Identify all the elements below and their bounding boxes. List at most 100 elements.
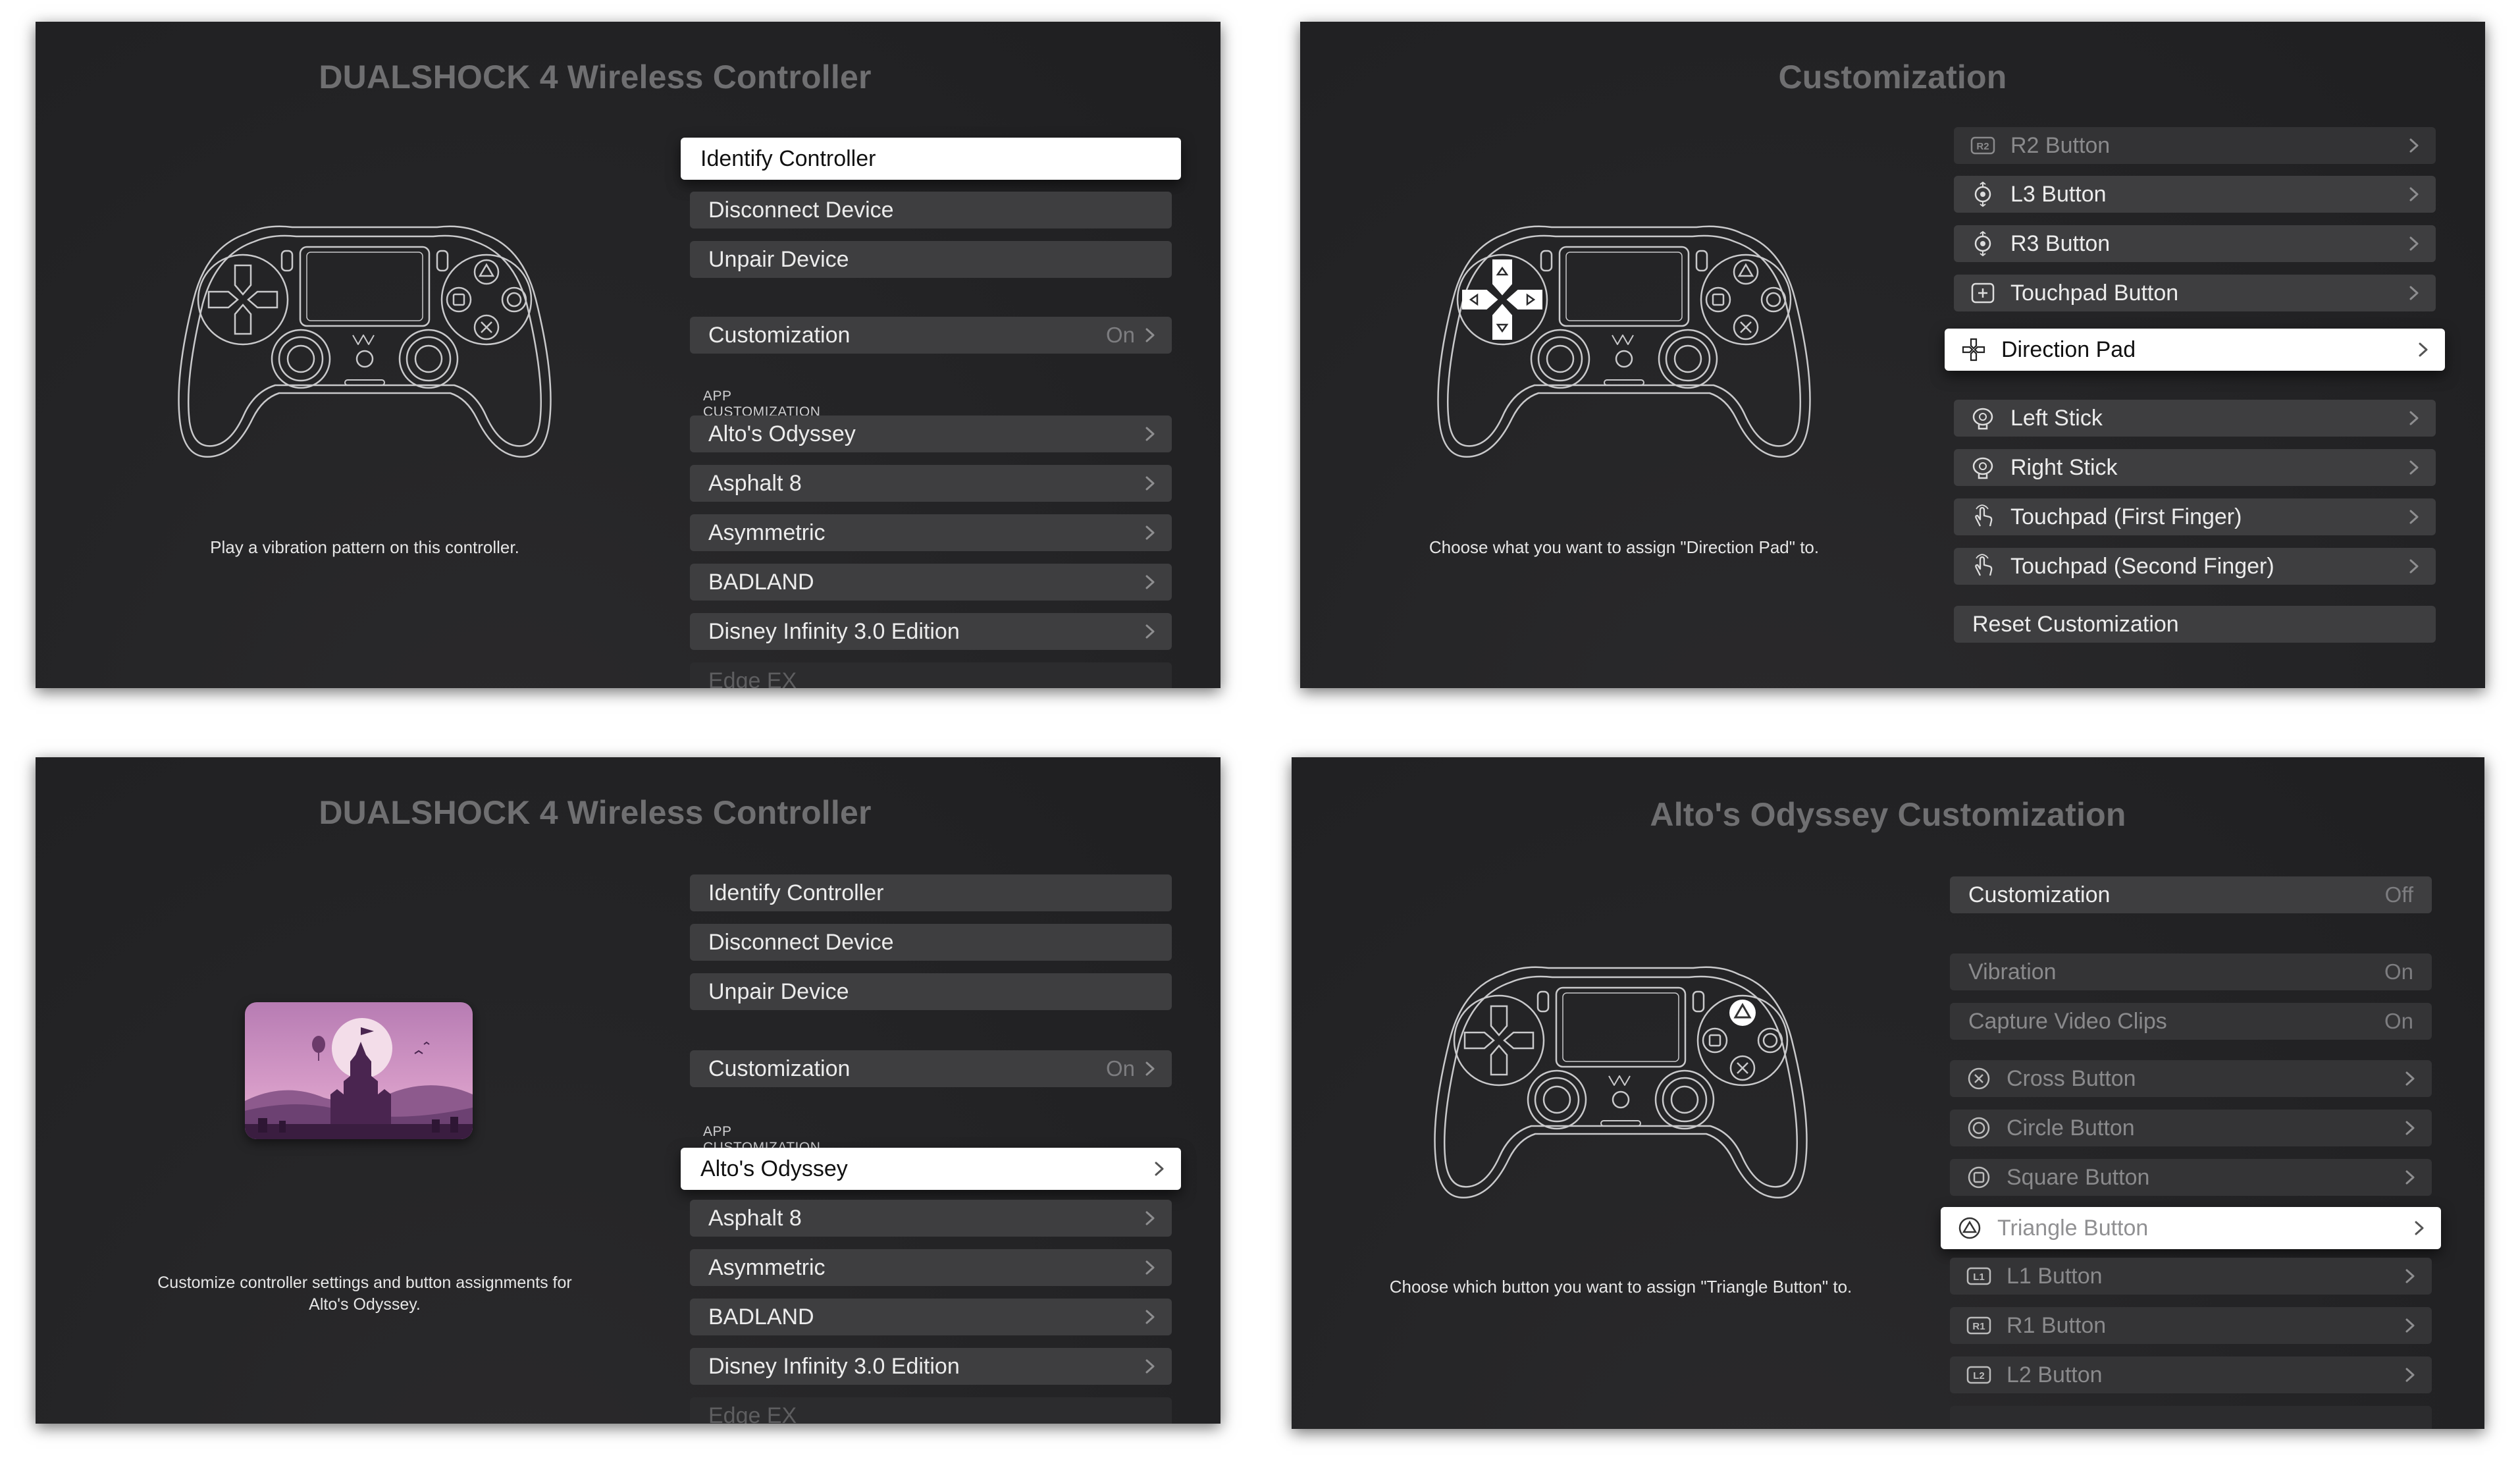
- chevron-right-icon: [2403, 1071, 2417, 1086]
- row-label: Capture Video Clips: [1968, 1008, 2167, 1034]
- row-label: Disney Infinity 3.0 Edition: [708, 618, 960, 644]
- stick-icon: [1970, 405, 1996, 431]
- row-label: Asymmetric: [708, 520, 826, 545]
- r2-badge-icon: R2: [1970, 132, 1996, 159]
- chevron-right-icon: [1143, 525, 1157, 540]
- chevron-right-icon: [2407, 187, 2421, 201]
- row-label: Edge EX: [708, 1403, 797, 1424]
- caption: Choose what you want to assign "Directio…: [1429, 537, 1820, 557]
- app-item-altos-odyssey[interactable]: Alto's Odyssey: [681, 1148, 1181, 1190]
- l2-button-item[interactable]: L2 L2 Button: [1950, 1356, 2432, 1393]
- svg-text:L1: L1: [1973, 1272, 1985, 1283]
- row-label: R3 Button: [2010, 230, 2111, 256]
- app-item-badland[interactable]: BADLAND: [690, 564, 1172, 601]
- identify-controller-button[interactable]: Identify Controller: [681, 138, 1181, 180]
- customization-value: Off: [2384, 882, 2413, 907]
- face-buttons-icon: [440, 254, 533, 346]
- row-label: Disney Infinity 3.0 Edition: [708, 1353, 960, 1379]
- r3-button-item[interactable]: R3 Button: [1954, 225, 2436, 262]
- square-button-item[interactable]: Square Button: [1950, 1159, 2432, 1196]
- triangle-button-icon: [1956, 1215, 1983, 1241]
- capture-video-clips-toggle[interactable]: Capture Video Clips On: [1950, 1003, 2432, 1040]
- circle-button-icon: [1966, 1115, 1992, 1141]
- row-label: BADLAND: [708, 569, 814, 595]
- app-item-asphalt-8[interactable]: Asphalt 8: [690, 465, 1172, 502]
- touchpad-button-icon: [1970, 280, 1996, 306]
- stick-press-icon: [1970, 230, 1996, 257]
- row-label: Vibration: [1968, 959, 2057, 984]
- chevron-right-icon: [2403, 1269, 2417, 1283]
- page-title: Alto's Odyssey Customization: [1650, 796, 2126, 833]
- disconnect-device-button[interactable]: Disconnect Device: [690, 192, 1172, 228]
- app-item-badland[interactable]: BADLAND: [690, 1299, 1172, 1335]
- dpad-icon: [197, 254, 289, 346]
- triangle-button-item[interactable]: Triangle Button: [1941, 1207, 2441, 1249]
- row-label: Disconnect Device: [708, 929, 894, 955]
- app-item-edge-ex[interactable]: Edge EX: [690, 1397, 1172, 1424]
- chevron-right-icon: [2407, 510, 2421, 524]
- row-label: BADLAND: [708, 1304, 814, 1329]
- touchpad-first-finger-item[interactable]: Touchpad (First Finger): [1954, 498, 2436, 535]
- row-label: Triangle Button: [1997, 1215, 2149, 1241]
- dpad-icon: [1453, 994, 1545, 1086]
- app-item-asymmetric[interactable]: Asymmetric: [690, 514, 1172, 551]
- app-item-disney-infinity[interactable]: Disney Infinity 3.0 Edition: [690, 1348, 1172, 1385]
- chevron-right-icon: [1143, 1310, 1157, 1324]
- controller-illustration: [1423, 948, 1818, 1205]
- row-label: L1 Button: [2007, 1263, 2103, 1289]
- chevron-right-icon: [2407, 286, 2421, 300]
- row-label: Square Button: [2007, 1164, 2150, 1190]
- unpair-device-button[interactable]: Unpair Device: [690, 241, 1172, 278]
- customization-value: On: [1105, 1056, 1135, 1081]
- controller-illustration: [167, 207, 562, 464]
- row-label: R1 Button: [2007, 1312, 2107, 1338]
- row-label: Asphalt 8: [708, 470, 802, 496]
- svg-text:L2: L2: [1973, 1370, 1985, 1381]
- vibration-toggle[interactable]: Vibration On: [1950, 953, 2432, 990]
- l1-button-item[interactable]: L1 L1 Button: [1950, 1258, 2432, 1295]
- disconnect-device-button[interactable]: Disconnect Device: [690, 924, 1172, 961]
- right-stick-item[interactable]: Right Stick: [1954, 449, 2436, 486]
- touchpad-second-finger-item[interactable]: Touchpad (Second Finger): [1954, 548, 2436, 585]
- face-buttons-icon: [1702, 1000, 1783, 1081]
- capture-value: On: [2384, 1009, 2413, 1033]
- panel-customization: Customization Choose what you want to as…: [1300, 22, 2485, 688]
- identify-controller-button[interactable]: Identify Controller: [690, 874, 1172, 911]
- app-item-altos-odyssey[interactable]: Alto's Odyssey: [690, 416, 1172, 452]
- l3-button-item[interactable]: L3 Button: [1954, 176, 2436, 213]
- circle-button-item[interactable]: Circle Button: [1950, 1110, 2432, 1146]
- page-title: DUALSHOCK 4 Wireless Controller: [319, 59, 872, 95]
- app-item-disney-infinity[interactable]: Disney Infinity 3.0 Edition: [690, 613, 1172, 650]
- app-item-asymmetric[interactable]: Asymmetric: [690, 1249, 1172, 1286]
- r1-button-item[interactable]: R1 R1 Button: [1950, 1307, 2432, 1344]
- cross-button-item[interactable]: Cross Button: [1950, 1060, 2432, 1097]
- customization-value: On: [1105, 323, 1135, 347]
- square-button-icon: [1966, 1164, 1992, 1191]
- touchpad-button-item[interactable]: Touchpad Button: [1954, 275, 2436, 311]
- unpair-device-button[interactable]: Unpair Device: [690, 973, 1172, 1010]
- customization-toggle[interactable]: Customization Off: [1950, 876, 2432, 913]
- caption: Choose which button you want to assign "…: [1389, 1277, 1852, 1297]
- r2-button-item[interactable]: R2 R2 Button: [1954, 127, 2436, 164]
- caption-line-1: Customize controller settings and button…: [157, 1274, 572, 1292]
- row-label: Direction Pad: [2001, 336, 2136, 362]
- l1-badge-icon: L1: [1966, 1263, 1992, 1289]
- row-label: Identify Controller: [700, 146, 876, 171]
- chevron-right-icon: [2403, 1318, 2417, 1333]
- chevron-right-icon: [2403, 1368, 2417, 1382]
- customization-toggle[interactable]: Customization On: [690, 1050, 1172, 1087]
- chevron-right-icon: [1143, 1359, 1157, 1374]
- row-label: Alto's Odyssey: [700, 1156, 848, 1181]
- customization-toggle[interactable]: Customization On: [690, 317, 1172, 354]
- row-label: Left Stick: [2010, 405, 2103, 431]
- list-item-partial[interactable]: [1950, 1406, 2432, 1429]
- direction-pad-item[interactable]: Direction Pad: [1945, 329, 2445, 371]
- app-item-asphalt-8[interactable]: Asphalt 8: [690, 1200, 1172, 1237]
- row-label: Customization: [1968, 882, 2111, 907]
- row-label: L3 Button: [2010, 181, 2107, 207]
- app-item-edge-ex[interactable]: Edge EX: [690, 662, 1172, 688]
- left-stick-item[interactable]: Left Stick: [1954, 400, 2436, 437]
- cross-button-icon: [1966, 1065, 1992, 1092]
- reset-customization-button[interactable]: Reset Customization: [1954, 606, 2436, 643]
- controller-illustration: [1427, 207, 1822, 464]
